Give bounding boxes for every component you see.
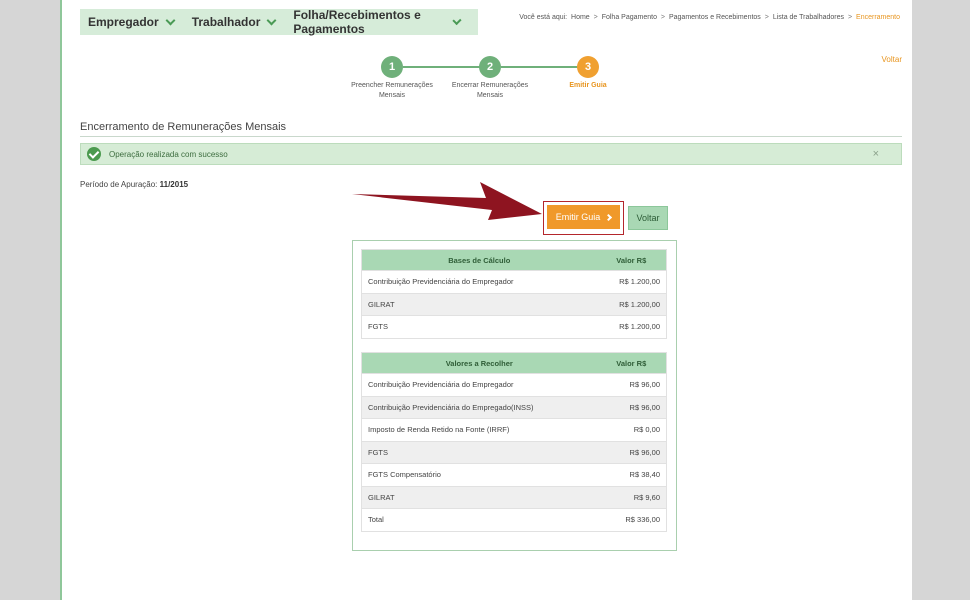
table-row: FGTS Compensatório R$ 38,40 bbox=[361, 463, 667, 486]
row-label: FGTS bbox=[361, 315, 597, 338]
row-label: Contribuição Previdenciária do Empregado… bbox=[361, 395, 597, 419]
step-label-line: Mensais bbox=[378, 92, 406, 99]
breadcrumb-prefix: Você está aqui: bbox=[519, 14, 568, 21]
periodo-label: Período de Apuração: bbox=[80, 180, 158, 189]
step-1-label: Preencher Remunerações Mensais bbox=[347, 81, 437, 101]
table-row: FGTS R$ 96,00 bbox=[361, 440, 667, 464]
step-2-label: Encerrar Remunerações Mensais bbox=[445, 81, 535, 101]
row-value: R$ 1.200,00 bbox=[596, 292, 667, 316]
success-alert: Operação realizada com sucesso × bbox=[80, 143, 902, 165]
table-row: Contribuição Previdenciária do Empregado… bbox=[361, 373, 667, 396]
arrow-shape bbox=[352, 182, 542, 220]
bases-calculo-table: Bases de Cálculo Valor R$ Contribuição P… bbox=[361, 249, 667, 339]
row-label: Total bbox=[361, 508, 597, 531]
breadcrumb-separator: > bbox=[847, 14, 853, 21]
column-header: Bases de Cálculo bbox=[361, 249, 597, 271]
row-value: R$ 96,00 bbox=[596, 395, 667, 419]
row-value: R$ 9,60 bbox=[596, 485, 667, 509]
row-label: Contribuição Previdenciária do Empregado… bbox=[361, 270, 597, 293]
table-row: FGTS R$ 1.200,00 bbox=[361, 315, 667, 338]
step-label-line: Preencher Remunerações bbox=[351, 82, 433, 89]
breadcrumb-separator: > bbox=[593, 14, 598, 21]
row-value: R$ 336,00 bbox=[596, 508, 667, 531]
red-arrow-annotation bbox=[352, 182, 542, 220]
table-row: Contribuição Previdenciária do Empregado… bbox=[361, 270, 667, 293]
column-header: Valor R$ bbox=[596, 352, 667, 374]
step-label-line: Encerrar Remunerações bbox=[451, 82, 529, 89]
nav-item-label: Empregador bbox=[88, 15, 159, 29]
nav-item-trabalhador[interactable]: Trabalhador bbox=[191, 15, 277, 29]
close-icon[interactable]: × bbox=[873, 148, 879, 160]
nav-item-label: Trabalhador bbox=[191, 15, 261, 29]
row-label: GILRAT bbox=[361, 485, 597, 509]
row-value: R$ 1.200,00 bbox=[596, 270, 667, 293]
row-value: R$ 0,00 bbox=[596, 418, 667, 441]
row-value: R$ 38,40 bbox=[596, 463, 667, 486]
emitir-guia-button[interactable]: Emitir Guia bbox=[547, 205, 620, 229]
table-row: GILRAT R$ 1.200,00 bbox=[361, 292, 667, 316]
row-label: FGTS Compensatório bbox=[361, 463, 597, 486]
row-value: R$ 96,00 bbox=[596, 373, 667, 396]
chevron-down-icon bbox=[452, 15, 462, 25]
step-2-circle: 2 bbox=[479, 56, 501, 78]
nav-item-folha[interactable]: Folha/Recebimentos e Pagamentos bbox=[293, 8, 462, 36]
row-value: R$ 1.200,00 bbox=[596, 315, 667, 338]
table-header-row: Bases de Cálculo Valor R$ bbox=[361, 249, 667, 271]
chevron-down-icon bbox=[165, 15, 176, 25]
table-row-total: Total R$ 336,00 bbox=[361, 508, 667, 531]
check-circle-icon bbox=[87, 147, 101, 161]
step-label-line: Emitir Guia bbox=[569, 82, 607, 89]
voltar-button[interactable]: Voltar bbox=[628, 206, 668, 230]
table-row: GILRAT R$ 9,60 bbox=[361, 485, 667, 509]
step-connector bbox=[403, 66, 491, 68]
column-header: Valor R$ bbox=[596, 249, 667, 271]
table-row: Imposto de Renda Retido na Fonte (IRRF) … bbox=[361, 418, 667, 441]
step-3-circle: 3 bbox=[577, 56, 599, 78]
page-title: Encerramento de Remunerações Mensais bbox=[80, 121, 287, 133]
chevron-down-icon bbox=[266, 15, 277, 25]
table-header-row: Valores a Recolher Valor R$ bbox=[361, 352, 667, 374]
table-row: Contribuição Previdenciária do Empregado… bbox=[361, 395, 667, 419]
step-label-line: Mensais bbox=[476, 92, 504, 99]
row-label: Imposto de Renda Retido na Fonte (IRRF) bbox=[361, 418, 597, 441]
breadcrumb-item-home[interactable]: Home bbox=[571, 14, 590, 21]
breadcrumb-separator: > bbox=[660, 14, 666, 21]
breadcrumb-item-lista[interactable]: Lista de Trabalhadores bbox=[773, 14, 844, 21]
periodo-apuracao: Período de Apuração: 11/2015 bbox=[80, 180, 188, 189]
chevron-right-icon bbox=[605, 213, 613, 221]
breadcrumb-item-folha[interactable]: Folha Pagamento bbox=[602, 14, 657, 21]
breadcrumb-current: Encerramento bbox=[856, 14, 900, 21]
title-divider bbox=[80, 136, 902, 137]
breadcrumb-item-pagamentos[interactable]: Pagamentos e Recebimentos bbox=[669, 14, 761, 21]
step-3-label: Emitir Guia bbox=[543, 81, 633, 91]
main-nav: Empregador Trabalhador Folha/Recebimento… bbox=[80, 8, 478, 36]
step-connector bbox=[501, 66, 589, 68]
page-content: Empregador Trabalhador Folha/Recebimento… bbox=[60, 0, 912, 600]
row-label: FGTS bbox=[361, 440, 597, 464]
alert-message: Operação realizada com sucesso bbox=[109, 149, 228, 159]
emitir-guia-label: Emitir Guia bbox=[555, 212, 601, 222]
row-value: R$ 96,00 bbox=[596, 440, 667, 464]
nav-item-empregador[interactable]: Empregador bbox=[88, 15, 176, 29]
row-label: GILRAT bbox=[361, 292, 597, 316]
valores-recolher-table: Valores a Recolher Valor R$ Contribuição… bbox=[361, 352, 667, 532]
breadcrumb: Você está aqui: Home > Folha Pagamento >… bbox=[519, 14, 900, 21]
progress-stepper: 1 Preencher Remunerações Mensais 2 Encer… bbox=[62, 56, 914, 106]
step-1-circle: 1 bbox=[381, 56, 403, 78]
row-label: Contribuição Previdenciária do Empregado… bbox=[361, 373, 597, 396]
nav-item-label: Folha/Recebimentos e Pagamentos bbox=[293, 8, 421, 36]
breadcrumb-separator: > bbox=[764, 14, 769, 21]
summary-panel: Bases de Cálculo Valor R$ Contribuição P… bbox=[352, 240, 677, 551]
column-header: Valores a Recolher bbox=[361, 352, 597, 374]
periodo-value: 11/2015 bbox=[159, 180, 189, 189]
